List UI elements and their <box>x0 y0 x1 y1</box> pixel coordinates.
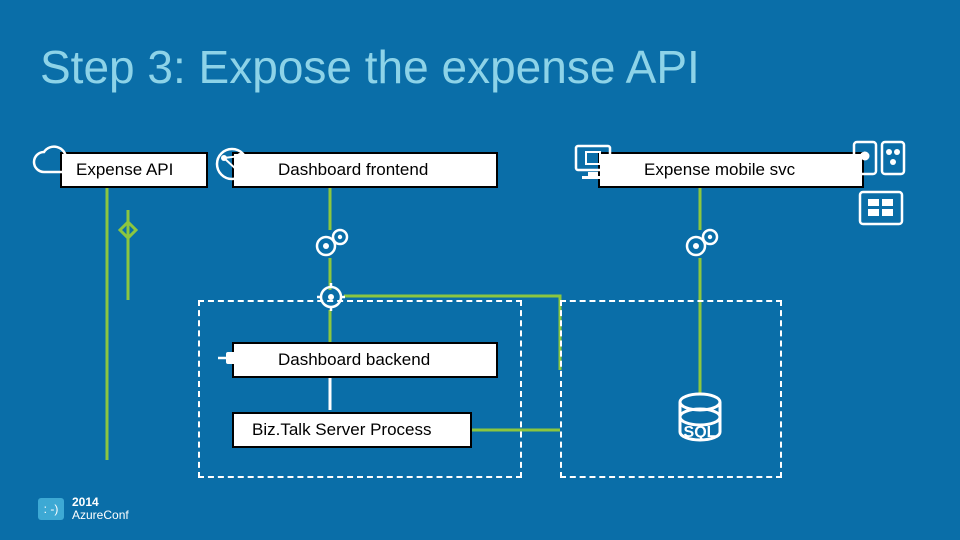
footer-badge: : -) <box>38 498 64 520</box>
onprem-container-right <box>560 300 782 478</box>
cloud-icon <box>30 144 74 180</box>
onprem-container-left <box>198 300 522 478</box>
footer-year: 2014 <box>72 495 99 509</box>
gears-icon <box>312 226 352 260</box>
footer-conf: AzureConf <box>72 508 129 522</box>
footer: : -) 2014AzureConf <box>38 496 129 522</box>
dashboard-backend-label: Dashboard backend <box>278 350 430 370</box>
sql-db-icon: SQL <box>650 392 750 442</box>
expense-api-box: Expense API <box>60 152 208 188</box>
gears-icon <box>682 226 722 260</box>
biztalk-process-box: Biz.Talk Server Process <box>232 412 472 448</box>
dashboard-frontend-label: Dashboard frontend <box>278 160 428 180</box>
dashboard-frontend-box: Dashboard frontend <box>232 152 498 188</box>
gear-icon <box>316 282 346 312</box>
tablet-icon <box>858 190 904 226</box>
expense-mobile-svc-box: Expense mobile svc <box>598 152 864 188</box>
expense-api-label: Expense API <box>76 160 173 180</box>
plug-icon <box>216 344 246 372</box>
monitor-icon <box>572 142 614 182</box>
phones-icon <box>852 140 908 176</box>
globe-network-icon <box>212 144 252 184</box>
biztalk-process-label: Biz.Talk Server Process <box>252 420 432 440</box>
dashboard-backend-box: Dashboard backend <box>232 342 498 378</box>
sql-label: SQL <box>650 424 750 442</box>
expense-mobile-svc-label: Expense mobile svc <box>644 160 795 180</box>
